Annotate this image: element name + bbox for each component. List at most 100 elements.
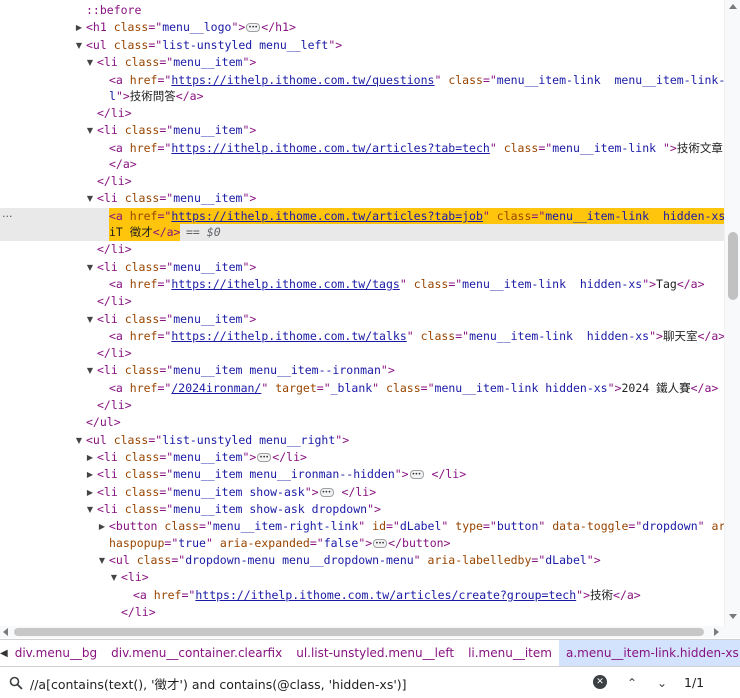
dom-node-row[interactable]: ▶<li class="menu__item"> </li>	[0, 449, 724, 466]
dom-node-row[interactable]: ▼ <li class="menu__item">	[0, 190, 724, 207]
markup-token: ">	[358, 536, 373, 550]
markup-token: aria-labelledby	[427, 553, 532, 567]
search-input[interactable]: //a[contains(text(), '徵才') and contains(…	[30, 674, 407, 693]
dom-node-row[interactable]: ▼ <ul class="dropdown-menu menu__dropdown…	[0, 552, 724, 569]
markup-token: ">	[367, 502, 381, 516]
dom-node-row[interactable]: </li>	[0, 241, 724, 258]
dom-node-row[interactable]: ▼ <li class="menu__item">	[0, 311, 724, 328]
collapse-triangle-icon[interactable]: ▼	[85, 259, 95, 276]
dom-node-row[interactable]: ▶<h1 class="menu__logo"> </h1>	[0, 19, 724, 36]
vertical-scroll-thumb[interactable]	[728, 232, 738, 300]
dom-node-row[interactable]: ▼ <ul class="list-unstyled menu__left">	[0, 37, 724, 54]
scroll-down-arrow-icon[interactable]	[729, 614, 737, 619]
dom-node-markup: <ul class="list-unstyled menu__left">	[86, 37, 342, 54]
dom-node-row[interactable]: <a href="https://ithelp.ithome.com.tw/ta…	[0, 328, 724, 345]
collapse-triangle-icon[interactable]: ▼	[85, 54, 95, 71]
next-result-icon[interactable]: ⌄	[654, 675, 670, 691]
attribute-link[interactable]: /2024ironman/	[171, 381, 261, 395]
dom-node-row[interactable]: </li>	[0, 293, 724, 310]
dom-node-row[interactable]: </li>	[0, 397, 724, 414]
expand-children-ellipsis-icon[interactable]	[246, 19, 261, 36]
dom-node-row[interactable]: haspopup="true" aria-expanded="false"></…	[0, 535, 724, 552]
markup-token: class	[124, 363, 160, 377]
dom-node-row[interactable]: ··· <a href="https://ithelp.ithome.com.tw…	[0, 208, 724, 225]
breadcrumb-item[interactable]: div.menu__container.clearfix	[104, 640, 289, 666]
dom-node-row[interactable]: <a href="https://ithelp.ithome.com.tw/ar…	[0, 587, 724, 604]
scroll-up-arrow-icon[interactable]	[729, 4, 737, 9]
collapse-triangle-icon[interactable]: ▼	[85, 122, 95, 139]
breadcrumb-item[interactable]: div.menu__bg	[8, 640, 104, 666]
breadcrumb-item-active[interactable]: a.menu__item-link.hidden-xs	[558, 640, 740, 666]
attribute-link[interactable]: https://ithelp.ithome.com.tw/questions	[171, 73, 434, 87]
clear-search-icon[interactable]: ✕	[593, 675, 607, 689]
collapse-triangle-icon[interactable]: ▼	[85, 190, 95, 207]
dom-node-row[interactable]: </li>	[0, 604, 724, 621]
attribute-link[interactable]: https://ithelp.ithome.com.tw/articles/cr…	[195, 588, 576, 602]
expand-children-ellipsis-icon[interactable]	[319, 484, 334, 501]
expand-children-ellipsis-icon[interactable]	[257, 449, 272, 466]
markup-token: </li>	[424, 467, 467, 481]
markup-token: target	[275, 381, 317, 395]
dom-node-row[interactable]: <a href="/2024ironman/" target="_blank" …	[0, 380, 724, 397]
dom-node-row[interactable]: </li>	[0, 173, 724, 190]
dom-node-row[interactable]: ::before	[0, 2, 724, 19]
scroll-right-arrow-icon[interactable]	[714, 628, 719, 636]
dom-node-row[interactable]: </li>	[0, 345, 724, 362]
dom-node-row[interactable]: iT 徵才</a> == $0	[0, 224, 724, 241]
expand-triangle-icon[interactable]: ▶	[97, 518, 107, 535]
dom-node-row[interactable]: ▼ <li class="menu__item">	[0, 54, 724, 71]
markup-token: ="	[159, 260, 174, 274]
dom-node-row[interactable]: l">技術問答</a>	[0, 88, 724, 105]
markup-token: <li	[97, 123, 125, 137]
collapse-triangle-icon[interactable]: ▼	[85, 501, 95, 518]
dom-node-row[interactable]: ▶ <button class="menu__item-right-link" i…	[0, 518, 724, 535]
dom-node-row[interactable]: </li>	[0, 105, 724, 122]
breadcrumb-item[interactable]: ul.list-unstyled.menu__left	[289, 640, 461, 666]
dom-node-row[interactable]: <a href="https://ithelp.ithome.com.tw/ta…	[0, 276, 724, 293]
elements-dom-tree[interactable]: ::before▶<h1 class="menu__logo"></h1>▼<u…	[0, 0, 724, 626]
scroll-left-arrow-icon[interactable]	[3, 628, 8, 636]
markup-token: ">	[242, 312, 257, 326]
breadcrumb-back-icon[interactable]: ◀	[0, 640, 8, 666]
node-actions-icon[interactable]: ···	[2, 208, 16, 225]
vertical-scrollbar[interactable]	[724, 0, 740, 626]
expand-triangle-icon[interactable]: ▶	[85, 484, 95, 501]
expand-triangle-icon[interactable]: ▶	[74, 19, 84, 36]
markup-token: menu__item	[173, 191, 243, 205]
collapse-triangle-icon[interactable]: ▼	[74, 432, 84, 449]
breadcrumb-item[interactable]: li.menu__item	[461, 640, 559, 666]
dom-node-row[interactable]: ▼ <li class="menu__item menu__item--ironm…	[0, 362, 724, 379]
dom-node-row[interactable]: </ul>	[0, 414, 724, 431]
expand-triangle-icon[interactable]: ▶	[85, 466, 95, 483]
collapse-triangle-icon[interactable]: ▼	[85, 311, 95, 328]
attribute-link[interactable]: https://ithelp.ithome.com.tw/articles?ta…	[171, 141, 490, 155]
dom-node-row[interactable]: ▼ <li class="menu__item">	[0, 259, 724, 276]
markup-token: <ul	[109, 553, 137, 567]
markup-token: href	[129, 381, 158, 395]
dom-node-row[interactable]: <a href="https://ithelp.ithome.com.tw/qu…	[0, 72, 724, 89]
collapse-triangle-icon[interactable]: ▼	[74, 37, 84, 54]
markup-token: class	[420, 329, 456, 343]
dom-node-row[interactable]: ▶<li class="menu__item show-ask"> </li>	[0, 484, 724, 501]
collapse-triangle-icon[interactable]: ▼	[109, 569, 119, 586]
markup-token: </a>	[697, 329, 724, 343]
dom-node-row[interactable]: ▼ <li>	[0, 569, 724, 586]
dom-node-row[interactable]: <a href="https://ithelp.ithome.com.tw/ar…	[0, 140, 724, 157]
dom-node-row[interactable]: ▼ <li class="menu__item show-ask dropdown…	[0, 501, 724, 518]
expand-triangle-icon[interactable]: ▶	[85, 449, 95, 466]
attribute-link[interactable]: https://ithelp.ithome.com.tw/tags	[171, 277, 399, 291]
horizontal-scrollbar[interactable]	[0, 626, 724, 638]
previous-result-icon[interactable]: ⌃	[624, 675, 640, 691]
dom-node-row[interactable]: ▼ <li class="menu__item">	[0, 122, 724, 139]
collapse-triangle-icon[interactable]: ▼	[85, 362, 95, 379]
dom-node-row[interactable]: ▼ <ul class="list-unstyled menu__right">	[0, 432, 724, 449]
attribute-link[interactable]: https://ithelp.ithome.com.tw/articles?ta…	[171, 209, 483, 223]
collapse-triangle-icon[interactable]: ▼	[97, 552, 107, 569]
expand-children-ellipsis-icon[interactable]	[373, 535, 388, 552]
horizontal-scroll-thumb[interactable]	[14, 628, 704, 636]
dom-node-row[interactable]: </a>	[0, 156, 724, 173]
attribute-link[interactable]: https://ithelp.ithome.com.tw/talks	[171, 329, 406, 343]
dom-node-row[interactable]: ▶ <li class="menu__item menu__ironman--hi…	[0, 466, 724, 483]
markup-token: Tag	[656, 277, 677, 291]
expand-children-ellipsis-icon[interactable]	[409, 466, 424, 483]
